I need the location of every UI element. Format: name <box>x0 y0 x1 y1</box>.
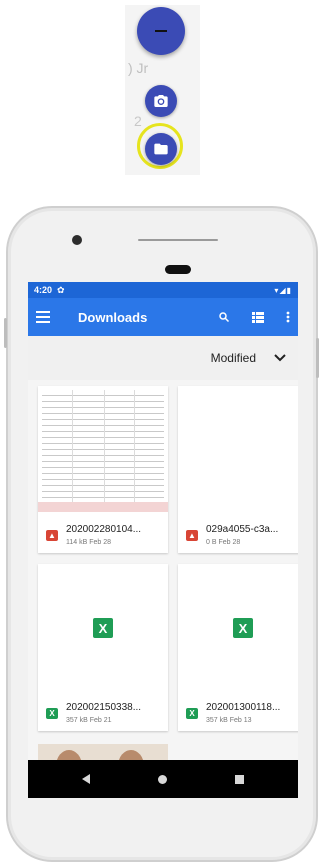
image-file-icon: ▲ <box>186 530 198 541</box>
earpiece <box>165 265 191 274</box>
file-meta: 357 kB Feb 21 <box>66 717 112 724</box>
fab-main-button[interactable] <box>137 7 185 55</box>
minus-icon <box>155 30 167 32</box>
file-card[interactable]: X X 202002150338... 357 kB Feb 21 <box>38 564 168 731</box>
excel-file-icon: X <box>46 708 58 719</box>
recents-square-icon[interactable] <box>235 774 244 784</box>
gear-icon: ✿ <box>57 284 65 295</box>
file-card[interactable]: ▲ 202002280104... 114 kB Feb 28 <box>38 386 168 553</box>
file-meta: 114 kB Feb 28 <box>66 539 112 546</box>
phone-frame: 4:20 ✿ ▾◢▮ Downloads Modified ▲ 20200228… <box>4 206 319 862</box>
file-card[interactable]: ▲ 029a4055-c3a... 0 B Feb 28 <box>178 386 298 553</box>
volume-button <box>4 318 7 348</box>
file-meta: 0 B Feb 28 <box>206 539 241 546</box>
navigation-bar <box>28 760 298 798</box>
sort-bar: Modified <box>28 336 298 380</box>
fab-cluster: ) Jr 2 <box>125 5 200 175</box>
search-icon[interactable] <box>218 311 230 323</box>
back-triangle-icon[interactable] <box>82 774 90 784</box>
status-bar: 4:20 ✿ ▾◢▮ <box>28 282 298 298</box>
front-camera <box>72 235 82 245</box>
image-file-icon: ▲ <box>46 530 58 541</box>
excel-icon: X <box>93 618 113 638</box>
background-text-2: 2 <box>134 113 142 129</box>
excel-thumbnail: X <box>38 564 168 692</box>
excel-file-icon: X <box>186 708 198 719</box>
list-view-icon[interactable] <box>252 311 264 323</box>
hamburger-menu-icon[interactable] <box>36 311 50 323</box>
file-name: 029a4055-c3a... <box>206 524 279 535</box>
speaker-line <box>138 239 218 241</box>
excel-icon: X <box>233 618 253 638</box>
app-bar: Downloads <box>28 298 298 336</box>
file-name: 202002150338... <box>66 702 142 713</box>
camera-fab-button[interactable] <box>145 85 177 117</box>
blank-thumbnail <box>178 386 298 514</box>
file-name: 202002280104... <box>66 524 142 535</box>
file-card[interactable]: X X 202001300118... 357 kB Feb 13 <box>178 564 298 731</box>
system-status-icons: ▾◢▮ <box>274 285 292 295</box>
excel-thumbnail: X <box>178 564 298 692</box>
sort-label[interactable]: Modified <box>211 351 256 365</box>
file-meta: 357 kB Feb 13 <box>206 717 252 724</box>
chevron-down-icon[interactable] <box>274 351 286 365</box>
home-circle-icon[interactable] <box>158 774 167 784</box>
status-time: 4:20 <box>34 285 53 295</box>
folder-icon <box>154 143 168 155</box>
camera-icon <box>154 95 168 107</box>
folder-fab-button[interactable] <box>145 133 177 165</box>
document-thumbnail <box>38 386 168 514</box>
file-grid: ▲ 202002280104... 114 kB Feb 28 ▲ 029a40… <box>28 380 298 784</box>
page-title: Downloads <box>78 309 148 325</box>
file-name: 202001300118... <box>206 702 281 713</box>
power-button <box>316 338 319 378</box>
background-text: ) Jr <box>128 60 149 76</box>
more-vert-icon[interactable] <box>286 311 290 323</box>
screen: 4:20 ✿ ▾◢▮ Downloads Modified ▲ 20200228… <box>28 282 298 798</box>
